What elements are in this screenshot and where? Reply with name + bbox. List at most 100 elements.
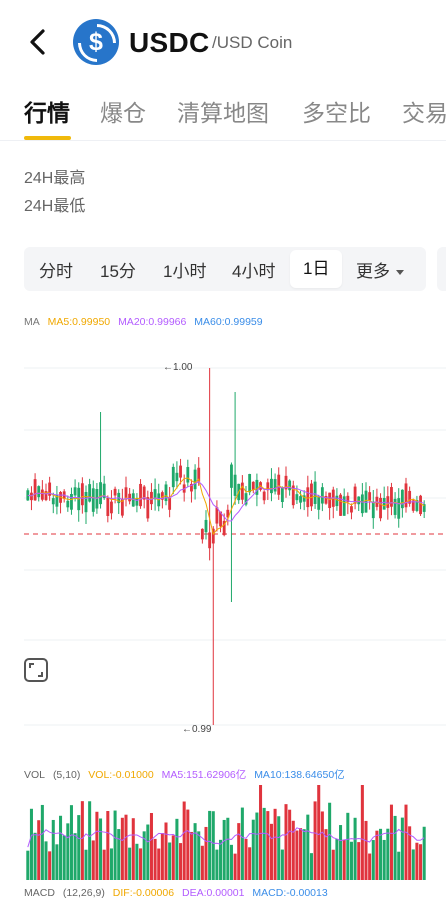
volume-bar bbox=[269, 823, 273, 880]
candle-body bbox=[320, 487, 324, 504]
volume-bar bbox=[277, 816, 281, 880]
volume-bar bbox=[135, 843, 139, 880]
volume-bar bbox=[200, 845, 204, 880]
macd-legend: MACD (12,26,9) DIF:-0.00006 DEA:0.00001 … bbox=[24, 887, 333, 899]
volume-bar bbox=[288, 809, 292, 880]
volume-bar bbox=[26, 850, 30, 880]
volume-bar bbox=[317, 785, 321, 880]
interval-more[interactable]: 更多 bbox=[356, 257, 404, 282]
interval-15m[interactable]: 15分 bbox=[100, 257, 136, 282]
volume-bar bbox=[349, 841, 353, 880]
candlestick-chart[interactable] bbox=[0, 330, 446, 740]
volume-bar bbox=[128, 847, 132, 880]
volume-bar bbox=[117, 829, 121, 880]
fullscreen-icon[interactable] bbox=[24, 658, 48, 682]
ma20-value: MA20:0.99966 bbox=[118, 316, 187, 328]
tab-liquidation-map[interactable]: 清算地图 bbox=[177, 94, 269, 128]
volume-bar bbox=[208, 810, 212, 880]
volume-bar bbox=[37, 820, 41, 880]
volume-bar bbox=[422, 826, 426, 880]
volume-bar bbox=[106, 811, 110, 880]
candle-body bbox=[419, 495, 422, 515]
candle-body bbox=[277, 474, 281, 495]
candle-body bbox=[364, 490, 368, 513]
volume-bar bbox=[66, 823, 70, 880]
interval-4h[interactable]: 4小时 bbox=[232, 257, 275, 282]
volume-bar bbox=[306, 814, 310, 880]
volume-bar bbox=[291, 820, 295, 880]
volume-bar bbox=[244, 838, 248, 880]
candle-body bbox=[80, 483, 84, 506]
volume-bar bbox=[404, 804, 408, 880]
volume-bar bbox=[259, 785, 263, 880]
volume-bar bbox=[102, 849, 106, 880]
volume-bar bbox=[226, 817, 230, 880]
volume-bar bbox=[339, 825, 343, 880]
candle-body bbox=[350, 506, 353, 513]
interval-1h[interactable]: 1小时 bbox=[163, 257, 206, 282]
candle-body bbox=[146, 497, 150, 519]
volume-bar bbox=[222, 819, 226, 880]
volume-bar bbox=[251, 819, 255, 880]
candle-body bbox=[51, 498, 55, 505]
coin-symbol: USDC bbox=[129, 27, 210, 58]
candle-body bbox=[91, 488, 95, 512]
volume-bar bbox=[255, 812, 259, 880]
volume-bar bbox=[295, 830, 299, 880]
volume-bar bbox=[175, 818, 179, 880]
candle-body bbox=[262, 491, 266, 501]
candle-body bbox=[251, 481, 255, 491]
tab-long-short-ratio[interactable]: 多空比 bbox=[302, 94, 371, 128]
volume-bar bbox=[386, 828, 390, 880]
candle-body bbox=[306, 487, 310, 508]
candle-body bbox=[317, 496, 321, 510]
volume-bar bbox=[382, 839, 386, 880]
candle-body bbox=[233, 474, 237, 496]
candle-body bbox=[357, 496, 361, 505]
volume-bar bbox=[29, 808, 33, 880]
coin-name: /USD Coin bbox=[212, 33, 293, 52]
back-icon[interactable] bbox=[24, 26, 54, 58]
candle-body bbox=[379, 497, 382, 519]
tab-trade[interactable]: 交易 bbox=[402, 94, 446, 128]
chevron-down-icon bbox=[396, 270, 404, 276]
volume-bar bbox=[375, 830, 379, 880]
volume-bar bbox=[33, 832, 37, 880]
volume-bar bbox=[95, 811, 99, 880]
candle-body bbox=[404, 483, 408, 508]
tab-liquidation[interactable]: 爆仓 bbox=[100, 94, 146, 128]
candle-body bbox=[66, 500, 70, 508]
candle-body bbox=[299, 496, 302, 503]
macd-dif: DIF:-0.00006 bbox=[112, 887, 175, 899]
candle-body bbox=[240, 482, 244, 500]
volume-bar bbox=[186, 809, 190, 880]
volume-bar bbox=[149, 813, 153, 880]
volume-bar bbox=[400, 817, 404, 880]
volume-bar bbox=[80, 801, 84, 880]
volume-bar bbox=[44, 841, 48, 880]
volume-bar bbox=[368, 853, 372, 880]
interval-1d[interactable]: 1日 bbox=[290, 250, 343, 288]
low-24h-label: 24H最低 bbox=[24, 198, 86, 215]
volume-bar bbox=[189, 831, 193, 880]
candle-body bbox=[135, 498, 139, 506]
interval-timeshare[interactable]: 分时 bbox=[39, 257, 73, 282]
volume-bar bbox=[204, 826, 208, 880]
candle-body bbox=[204, 519, 208, 533]
volume-bar bbox=[62, 835, 66, 880]
volume-chart[interactable] bbox=[0, 778, 446, 883]
chart-settings-button[interactable] bbox=[437, 247, 446, 291]
volume-bar bbox=[153, 838, 157, 880]
high-24h-label: 24H最高 bbox=[24, 170, 86, 187]
volume-bar bbox=[139, 848, 143, 880]
volume-bar bbox=[229, 844, 233, 880]
volume-bar bbox=[393, 815, 397, 880]
tab-market[interactable]: 行情 bbox=[24, 94, 70, 128]
candle-body bbox=[171, 466, 175, 488]
candle-body bbox=[193, 469, 197, 490]
volume-bar bbox=[411, 849, 415, 880]
candle-body bbox=[73, 487, 77, 496]
volume-bar bbox=[211, 811, 215, 880]
candle-body bbox=[179, 465, 182, 478]
candle-body bbox=[113, 488, 117, 496]
